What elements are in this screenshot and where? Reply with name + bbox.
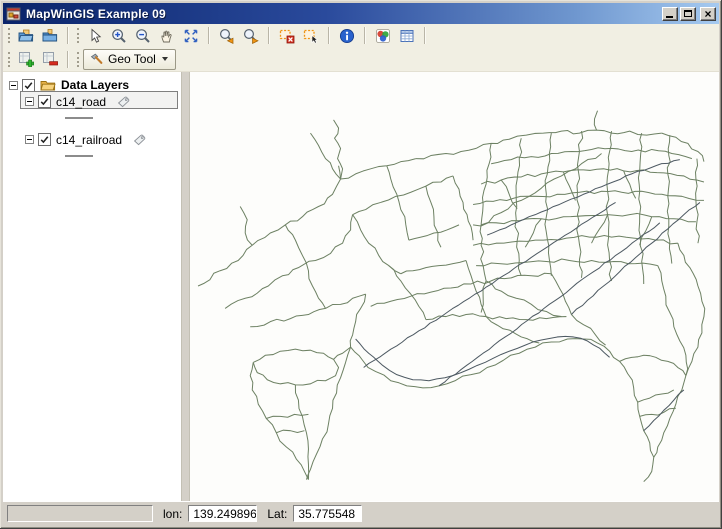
symbology-icon xyxy=(375,28,391,44)
minimize-button[interactable] xyxy=(662,7,678,21)
map-canvas[interactable] xyxy=(190,72,719,501)
panel-splitter[interactable] xyxy=(181,72,190,501)
cursor-icon xyxy=(87,28,103,44)
geo-tool-label: Geo Tool xyxy=(108,52,156,66)
add-shapefile-button[interactable] xyxy=(38,25,62,46)
attribute-table-icon xyxy=(399,28,415,44)
lon-label: lon: xyxy=(163,507,182,521)
toolbar-separator xyxy=(67,51,69,68)
toolbar-grip[interactable] xyxy=(8,28,10,43)
tag-icon[interactable] xyxy=(132,132,147,147)
toolbar-separator xyxy=(364,27,366,44)
map-layer-c14_road xyxy=(198,111,705,482)
c14-road-checkbox[interactable] xyxy=(38,95,51,108)
map-layer-c14_railroad xyxy=(356,160,700,431)
cursor-tool-button[interactable] xyxy=(83,25,107,46)
pan-hand-icon xyxy=(159,28,175,44)
layers-panel: Data Layers c14_road xyxy=(3,72,181,501)
app-icon xyxy=(6,6,22,22)
title-bar[interactable]: MapWinGIS Example 09 × xyxy=(3,3,719,24)
chevron-down-icon xyxy=(162,57,168,61)
road-legend-swatch xyxy=(65,117,93,119)
select-box-icon xyxy=(303,28,319,44)
maximize-button[interactable] xyxy=(680,7,696,21)
status-bar: lon: 139.249896 Lat: 35.775548 xyxy=(3,501,719,525)
c14-railroad-checkbox[interactable] xyxy=(38,133,51,146)
folder-open-icon xyxy=(18,28,34,44)
pan-button[interactable] xyxy=(155,25,179,46)
tree-root-label[interactable]: Data Layers xyxy=(61,78,129,92)
toolbar-main xyxy=(3,24,719,47)
folder-add-icon xyxy=(42,28,58,44)
close-button[interactable]: × xyxy=(700,7,716,21)
zoom-out-icon xyxy=(135,28,151,44)
zoom-next-button[interactable] xyxy=(239,25,263,46)
add-layer-icon xyxy=(18,51,34,67)
checkmark-icon xyxy=(23,80,34,91)
lat-label: Lat: xyxy=(267,507,287,521)
hammer-icon xyxy=(89,52,104,67)
collapse-icon[interactable] xyxy=(9,81,18,90)
layer-label[interactable]: c14_road xyxy=(56,95,106,109)
data-layers-checkbox[interactable] xyxy=(22,79,35,92)
zoom-out-button[interactable] xyxy=(131,25,155,46)
lon-value: 139.249896 xyxy=(188,505,257,522)
open-project-button[interactable] xyxy=(14,25,38,46)
zoom-extent-icon xyxy=(183,28,199,44)
status-message-pane xyxy=(7,505,153,522)
tree-node-c14-railroad[interactable]: c14_railroad xyxy=(25,132,147,147)
collapse-icon[interactable] xyxy=(25,135,34,144)
add-layer-button[interactable] xyxy=(14,49,38,70)
map-viewport[interactable] xyxy=(190,72,719,501)
select-tool-button[interactable] xyxy=(299,25,323,46)
geo-tool-dropdown[interactable]: Geo Tool xyxy=(83,49,176,70)
symbology-button[interactable] xyxy=(371,25,395,46)
toolbar-grip[interactable] xyxy=(77,52,79,67)
toolbar-grip[interactable] xyxy=(77,28,79,43)
zoom-in-button[interactable] xyxy=(107,25,131,46)
remove-layer-button[interactable] xyxy=(38,49,62,70)
toolbar-grip[interactable] xyxy=(8,52,10,67)
clear-selection-button[interactable] xyxy=(275,25,299,46)
app-window: MapWinGIS Example 09 × xyxy=(0,0,722,529)
zoom-next-icon xyxy=(243,28,259,44)
info-button[interactable] xyxy=(335,25,359,46)
checkmark-icon xyxy=(39,96,50,107)
zoom-extent-button[interactable] xyxy=(179,25,203,46)
toolbar-separator xyxy=(67,27,69,44)
layer-label[interactable]: c14_railroad xyxy=(56,133,122,147)
clear-selection-icon xyxy=(279,28,295,44)
tag-icon[interactable] xyxy=(116,94,131,109)
toolbar-separator xyxy=(268,27,270,44)
close-icon: × xyxy=(704,9,711,19)
collapse-icon[interactable] xyxy=(25,97,34,106)
checkmark-icon xyxy=(39,134,50,145)
toolbar-separator xyxy=(208,27,210,44)
remove-layer-icon xyxy=(42,51,58,67)
tree-node-data-layers[interactable]: Data Layers xyxy=(9,78,129,92)
minimize-icon xyxy=(666,16,673,18)
attribute-table-button[interactable] xyxy=(395,25,419,46)
toolbar-separator xyxy=(424,27,426,44)
info-icon xyxy=(339,28,355,44)
tree-node-c14-road[interactable]: c14_road xyxy=(25,94,131,109)
zoom-previous-icon xyxy=(219,28,235,44)
zoom-in-icon xyxy=(111,28,127,44)
lat-value: 35.775548 xyxy=(293,505,362,522)
toolbar-separator xyxy=(328,27,330,44)
window-title: MapWinGIS Example 09 xyxy=(26,7,662,21)
open-folder-icon xyxy=(40,78,56,92)
maximize-icon xyxy=(684,10,692,17)
zoom-previous-button[interactable] xyxy=(215,25,239,46)
railroad-legend-swatch xyxy=(65,155,93,157)
toolbar-layers: Geo Tool xyxy=(3,47,719,71)
